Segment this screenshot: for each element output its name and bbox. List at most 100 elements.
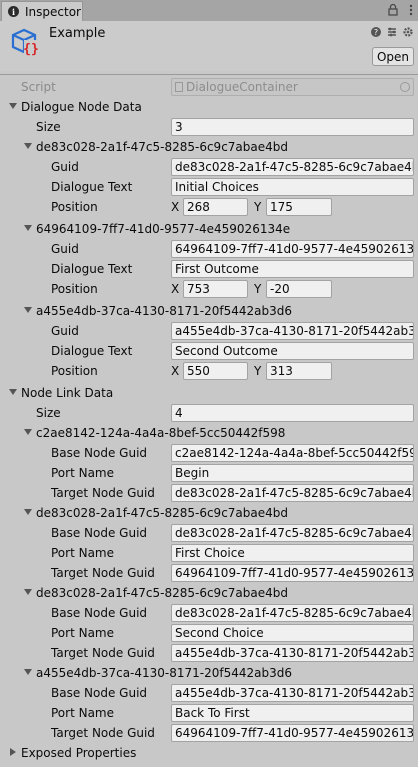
dialogue-node-foldout[interactable]: a455e4db-37ca-4130-8171-20f5442ab3d6: [0, 301, 418, 321]
base-node-guid-input[interactable]: de83c028-2a1f-47c5-8285-6c9c7abae4bd: [171, 604, 414, 622]
position-y-label[interactable]: Y: [254, 200, 261, 214]
script-row: Script DialogueContainer: [0, 77, 418, 97]
target-node-guid-row: Target Node Guid 64964109-7ff7-41d0-9577…: [0, 563, 418, 583]
base-node-guid-input[interactable]: c2ae8142-124a-4a4a-8bef-5cc50442f598: [171, 444, 414, 462]
dialogue-node-header: de83c028-2a1f-47c5-8285-6c9c7abae4bd: [36, 140, 288, 154]
object-picker-icon: [400, 82, 410, 92]
script-label: Script: [21, 80, 56, 94]
gear-icon[interactable]: [402, 26, 414, 38]
node-link-foldout[interactable]: de83c028-2a1f-47c5-8285-6c9c7abae4bd: [0, 503, 418, 523]
position-y-input[interactable]: -20: [266, 280, 332, 298]
foldout-arrow-icon[interactable]: [24, 429, 32, 435]
port-name-label: Port Name: [51, 626, 115, 640]
node-link-foldout[interactable]: a455e4db-37ca-4130-8171-20f5442ab3d6: [0, 663, 418, 683]
port-name-row: Port Name First Choice: [0, 543, 418, 563]
port-name-label: Port Name: [51, 706, 115, 720]
foldout-arrow-icon[interactable]: [24, 143, 32, 149]
script-field: DialogueContainer: [171, 78, 414, 96]
position-x-label[interactable]: X: [171, 282, 179, 296]
target-node-guid-input[interactable]: a455e4db-37ca-4130-8171-20f5442ab3d6: [171, 644, 414, 662]
guid-row: Guid 64964109-7ff7-41d0-9577-4e459026134…: [0, 239, 418, 259]
foldout-arrow-icon[interactable]: [24, 589, 32, 595]
dialogue-text-input[interactable]: Second Outcome: [171, 342, 414, 360]
port-name-input[interactable]: First Choice: [171, 544, 414, 562]
target-node-guid-label: Target Node Guid: [51, 566, 155, 580]
dialogue-text-input[interactable]: Initial Choices: [171, 178, 414, 196]
dialogue-text-row: Dialogue Text Second Outcome: [0, 341, 418, 361]
foldout-arrow-icon[interactable]: [24, 307, 32, 313]
base-node-guid-input[interactable]: a455e4db-37ca-4130-8171-20f5442ab3d6: [171, 684, 414, 702]
dialogue-text-row: Dialogue Text Initial Choices: [0, 177, 418, 197]
position-x-label[interactable]: X: [171, 364, 179, 378]
script-object-icon: {}: [11, 28, 39, 57]
tab-inspector[interactable]: i Inspector: [1, 1, 83, 21]
port-name-input[interactable]: Back To First: [171, 704, 414, 722]
guid-input[interactable]: a455e4db-37ca-4130-8171-20f5442ab3d6: [171, 322, 414, 340]
help-icon[interactable]: ?: [370, 26, 382, 38]
node-link-header: a455e4db-37ca-4130-8171-20f5442ab3d6: [36, 666, 293, 680]
foldout-arrow-icon[interactable]: [24, 225, 32, 231]
base-node-guid-input[interactable]: de83c028-2a1f-47c5-8285-6c9c7abae4bd: [171, 524, 414, 542]
foldout-arrow-icon[interactable]: [24, 669, 32, 675]
foldout-arrow-icon[interactable]: [9, 389, 17, 395]
position-x-input[interactable]: 268: [183, 198, 248, 216]
inspector-header: {} Example ? Open: [0, 21, 418, 71]
node-link-data-foldout[interactable]: Node Link Data: [0, 383, 418, 403]
port-name-input[interactable]: Begin: [171, 464, 414, 482]
dialogue-text-input[interactable]: First Outcome: [171, 260, 414, 278]
port-name-input[interactable]: Second Choice: [171, 624, 414, 642]
position-label: Position: [51, 200, 98, 214]
guid-label: Guid: [51, 160, 79, 174]
port-name-row: Port Name Back To First: [0, 703, 418, 723]
position-y-label[interactable]: Y: [254, 282, 261, 296]
foldout-arrow-icon[interactable]: [9, 103, 17, 109]
position-x-input[interactable]: 550: [183, 362, 248, 380]
exposed-properties-foldout[interactable]: Exposed Properties: [0, 743, 418, 763]
base-node-guid-row: Base Node Guid c2ae8142-124a-4a4a-8bef-5…: [0, 443, 418, 463]
foldout-arrow-icon[interactable]: [10, 748, 16, 756]
guid-input[interactable]: de83c028-2a1f-47c5-8285-6c9c7abae4bd: [171, 158, 414, 176]
position-label: Position: [51, 364, 98, 378]
dialogue-node-foldout[interactable]: 64964109-7ff7-41d0-9577-4e459026134e: [0, 219, 418, 239]
preset-icon[interactable]: [386, 26, 398, 38]
script-file-icon: [175, 82, 183, 92]
object-title: Example: [49, 26, 106, 41]
position-y-input[interactable]: 175: [266, 198, 332, 216]
base-node-guid-label: Base Node Guid: [51, 686, 148, 700]
dialogue-size-row: Size 3: [0, 117, 418, 137]
node-link-foldout[interactable]: de83c028-2a1f-47c5-8285-6c9c7abae4bd: [0, 583, 418, 603]
tab-label: Inspector: [25, 4, 81, 19]
position-row: Position X 268 Y 175: [0, 197, 418, 217]
dialogue-node-data-foldout[interactable]: Dialogue Node Data: [0, 97, 418, 117]
foldout-arrow-icon[interactable]: [24, 509, 32, 515]
node-link-foldout[interactable]: c2ae8142-124a-4a4a-8bef-5cc50442f598: [0, 423, 418, 443]
lock-icon[interactable]: [386, 3, 400, 17]
position-x-label[interactable]: X: [171, 200, 179, 214]
base-node-guid-label: Base Node Guid: [51, 606, 148, 620]
link-size-row: Size 4: [0, 403, 418, 423]
base-node-guid-label: Base Node Guid: [51, 526, 148, 540]
target-node-guid-row: Target Node Guid 64964109-7ff7-41d0-9577…: [0, 723, 418, 743]
dialogue-text-label: Dialogue Text: [51, 180, 133, 194]
dialogue-node-foldout[interactable]: de83c028-2a1f-47c5-8285-6c9c7abae4bd: [0, 137, 418, 157]
position-x-input[interactable]: 753: [183, 280, 248, 298]
position-y-label[interactable]: Y: [254, 364, 261, 378]
kebab-menu-icon[interactable]: [408, 3, 414, 17]
dialogue-node-header: 64964109-7ff7-41d0-9577-4e459026134e: [36, 222, 291, 236]
open-button[interactable]: Open: [372, 47, 414, 66]
position-y-input[interactable]: 313: [266, 362, 332, 380]
guid-input[interactable]: 64964109-7ff7-41d0-9577-4e459026134e: [171, 240, 414, 258]
target-node-guid-label: Target Node Guid: [51, 646, 155, 660]
guid-label: Guid: [51, 324, 79, 338]
link-size-input[interactable]: 4: [171, 404, 414, 422]
dialogue-size-input[interactable]: 3: [171, 118, 414, 136]
target-node-guid-input[interactable]: 64964109-7ff7-41d0-9577-4e459026134e: [171, 564, 414, 582]
port-name-row: Port Name Second Choice: [0, 623, 418, 643]
dialogue-node-header: a455e4db-37ca-4130-8171-20f5442ab3d6: [36, 304, 293, 318]
target-node-guid-input[interactable]: 64964109-7ff7-41d0-9577-4e459026134e: [171, 724, 414, 742]
script-value: DialogueContainer: [186, 80, 298, 94]
dialogue-node-data-label: Dialogue Node Data: [21, 100, 142, 114]
base-node-guid-row: Base Node Guid a455e4db-37ca-4130-8171-2…: [0, 683, 418, 703]
target-node-guid-label: Target Node Guid: [51, 486, 155, 500]
target-node-guid-input[interactable]: de83c028-2a1f-47c5-8285-6c9c7abae4bd: [171, 484, 414, 502]
